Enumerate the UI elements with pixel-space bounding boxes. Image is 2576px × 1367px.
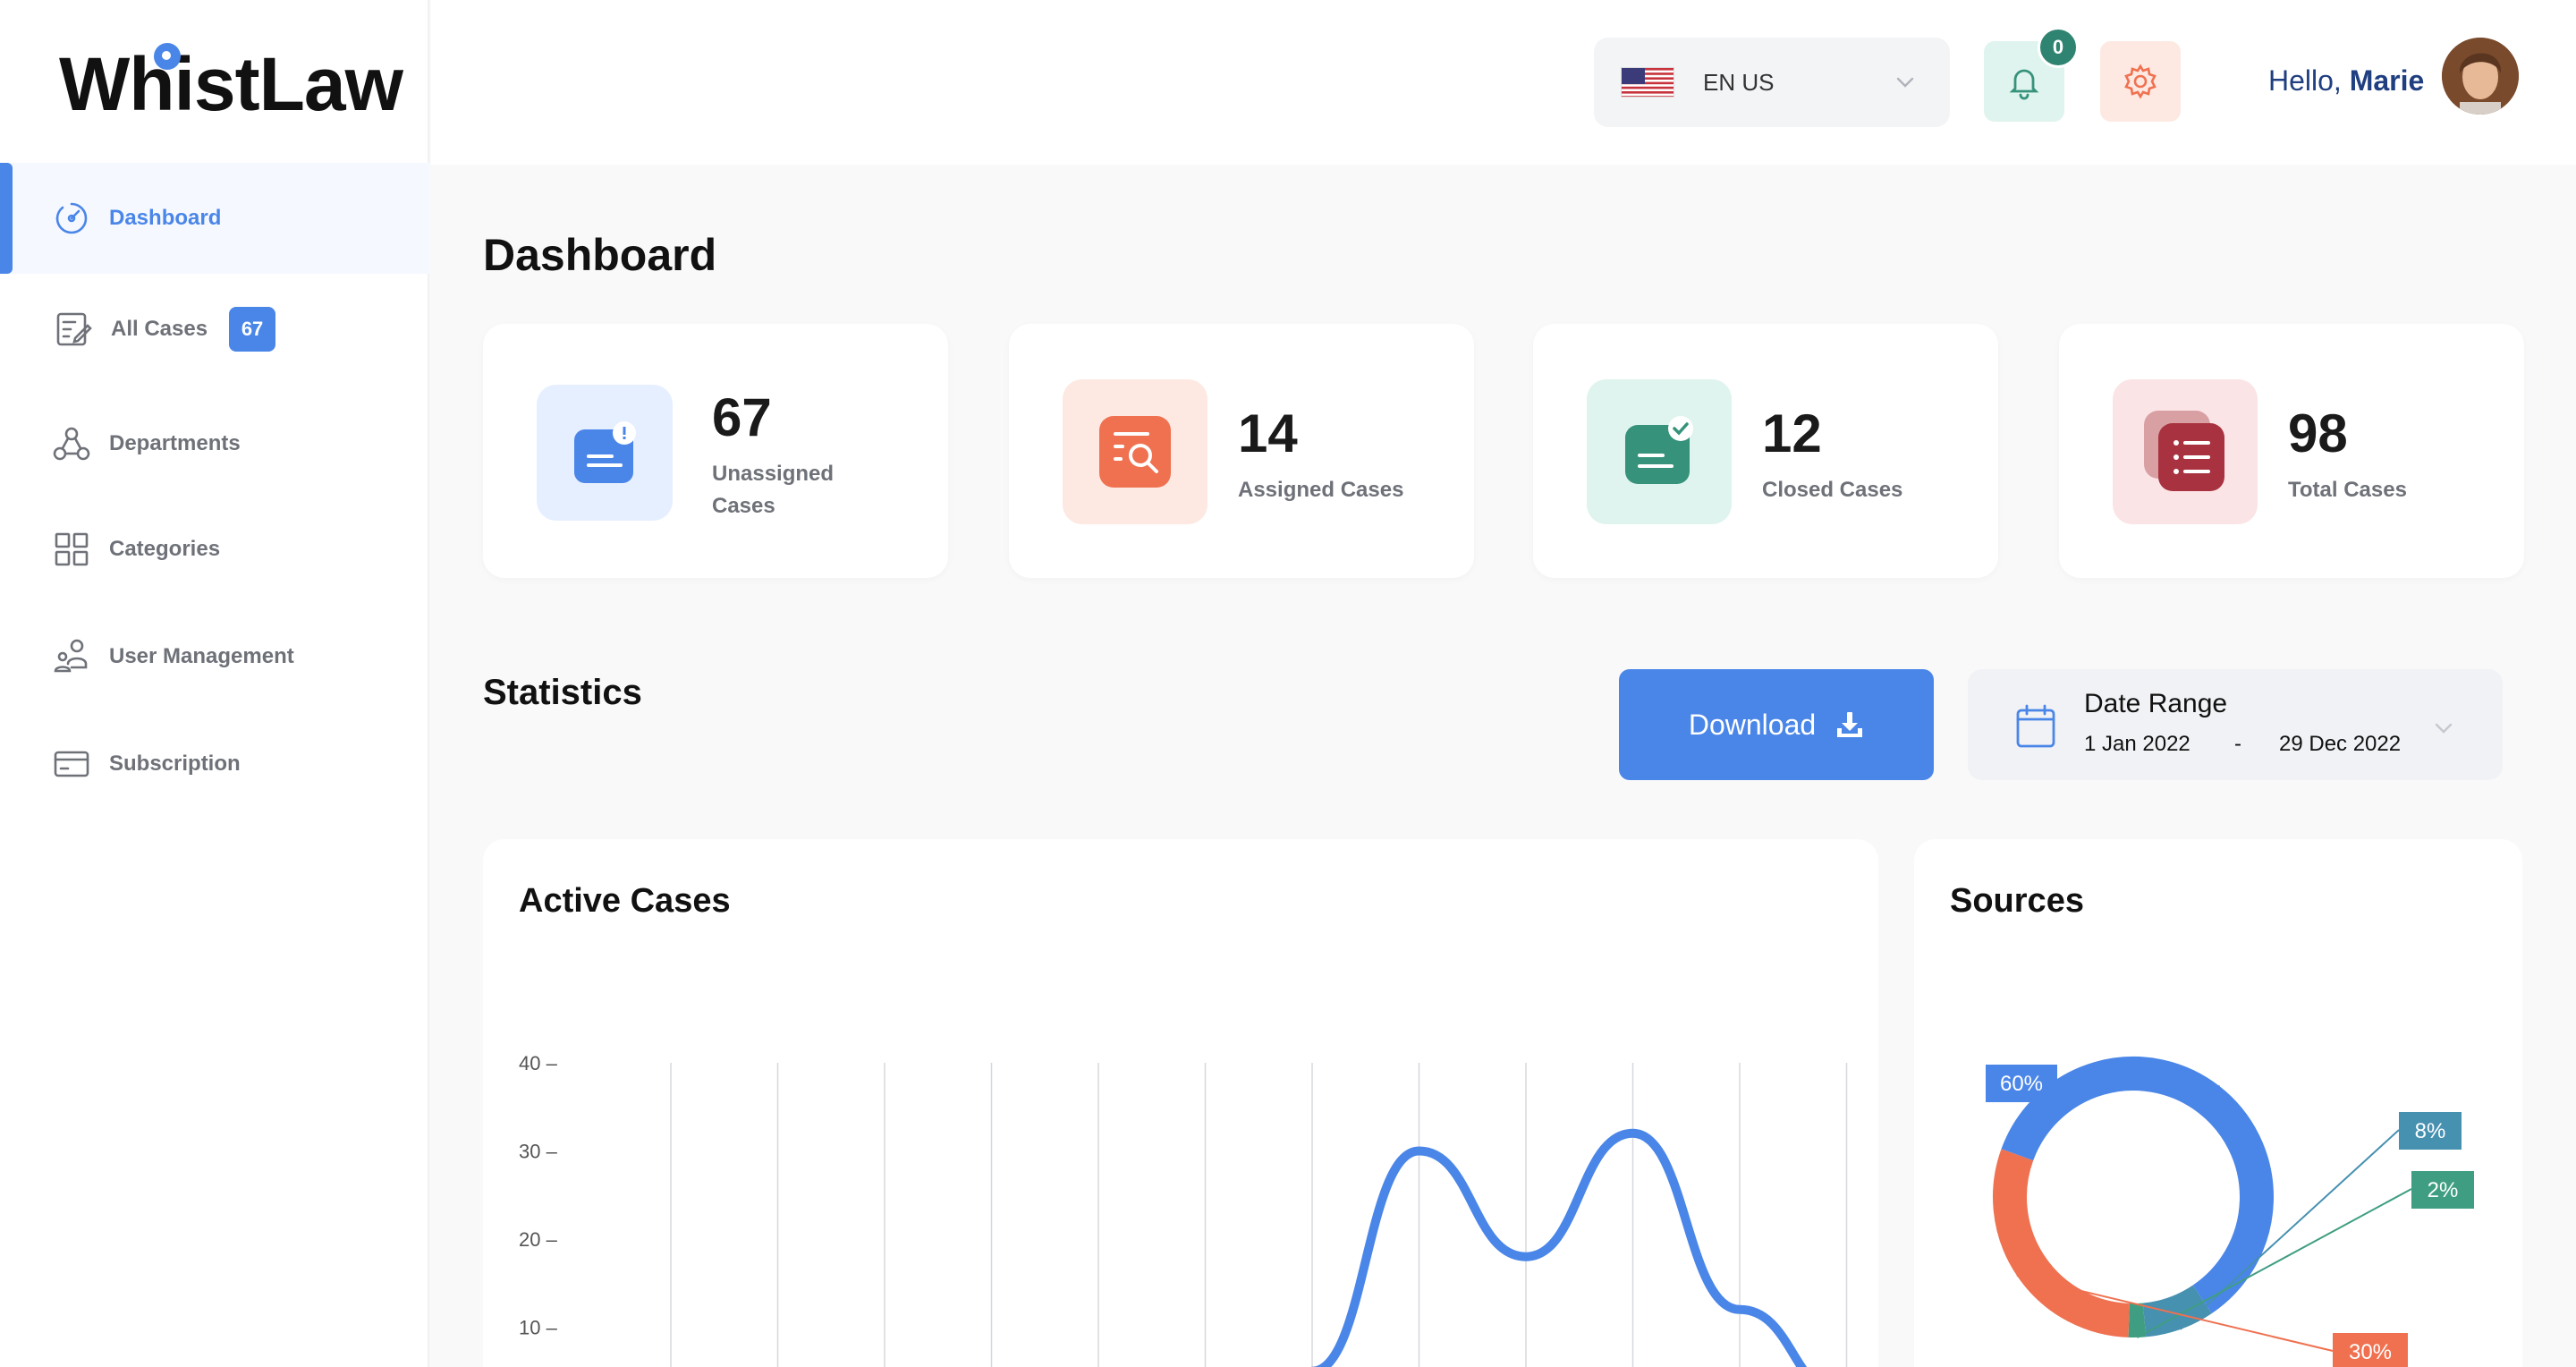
sidebar-item-subscription[interactable]: Subscription [0,709,429,819]
page-title: Dashboard [483,230,717,280]
stat-label-line2: Cases [712,494,775,518]
sources-panel: Sources 60% 8% 2% 30% [1914,839,2522,1367]
greeting: Hello, Marie [2268,64,2424,98]
date-range-from: 1 Jan 2022 [2084,732,2190,756]
categories-icon [55,532,89,566]
sidebar-item-categories[interactable]: Categories [0,494,429,605]
closed-cases-icon [1625,416,1693,484]
calendar-icon [2016,704,2055,748]
download-label: Download [1688,708,1817,741]
card-icon [54,751,89,777]
leader-line [2179,1129,2400,1330]
stat-card-assigned[interactable]: 14 Assigned Cases [1009,324,1474,578]
brand-name: WhistLaw [59,42,403,126]
date-range-separator: - [2234,732,2241,756]
data-label: 8% [2415,1119,2446,1143]
statistics-title: Statistics [483,673,642,712]
sidebar-item-dashboard[interactable]: Dashboard [0,163,429,274]
language-select[interactable]: EN US [1594,38,1950,127]
dashboard-icon [55,202,88,234]
stat-card-unassigned[interactable]: 67 Unassigned Cases [483,324,948,578]
sidebar-item-label: Subscription [109,751,241,776]
assigned-cases-icon [1099,416,1171,488]
avatar[interactable] [2442,38,2519,115]
stat-label-line1: Unassigned [712,462,835,486]
departments-icon [53,427,90,461]
greeting-text: Hello, [2268,64,2342,97]
donut-slice [1993,1149,2131,1337]
y-tick-label: 30 – [519,1141,558,1163]
sidebar-item-label: All Cases [111,317,208,341]
active-cases-panel: Active Cases 40 –30 –20 –10 – [483,839,1878,1367]
top-header: EN US [431,0,2576,165]
data-label: 2% [2428,1178,2459,1202]
cases-count-badge: 67 [229,307,276,352]
date-range-to: 29 Dec 2022 [2279,732,2402,756]
closed-icon-tile [1587,379,1732,524]
y-tick-label: 20 – [519,1228,558,1251]
stat-value: 67 [712,387,772,447]
y-tick-label: 40 – [519,1052,558,1074]
download-icon [1837,712,1863,737]
download-button[interactable]: Download [1619,669,1934,780]
donut-slice [2001,1057,2274,1314]
unassigned-cases-icon [574,421,636,483]
stat-label: Unassigned Cases [712,458,834,522]
unassigned-icon-tile [537,385,673,521]
date-range-title: Date Range [2084,689,2228,718]
total-cases-icon [2144,411,2224,491]
leader-line [2136,1188,2412,1338]
date-range-picker[interactable]: Date Range 1 Jan 2022 - 29 Dec 2022 [1968,669,2503,780]
language-label: EN US [1703,68,1775,96]
data-label: 60% [2000,1072,2043,1096]
series-line [1310,1128,1808,1367]
sidebar: WhistLaw Dashboard All Cases 67 Departme… [0,0,429,1367]
assigned-icon-tile [1063,379,1208,524]
sidebar-item-label: Departments [109,431,241,455]
user-name: Marie [2349,64,2425,97]
stat-value: 12 [1762,403,1822,463]
stat-label: Assigned Cases [1238,478,1404,502]
stat-label: Closed Cases [1762,478,1903,502]
y-tick-label: 10 – [519,1317,558,1339]
cases-icon [56,312,92,346]
logo-dot-icon [154,43,181,70]
sidebar-item-label: User Management [109,644,294,668]
notifications-badge: 0 [2038,27,2079,68]
stat-card-total[interactable]: 98 Total Cases [2059,324,2524,578]
total-icon-tile [2113,379,2258,524]
users-icon [54,639,88,673]
gear-icon [2124,64,2157,99]
sidebar-item-label: Dashboard [109,206,222,230]
bell-icon [2009,69,2039,100]
chevron-down-icon [2435,723,2453,734]
stat-value: 98 [2288,403,2348,463]
stat-card-closed[interactable]: 12 Closed Cases [1533,324,1998,578]
active-cases-chart: 40 – 30 – 20 – 10 – [519,1052,1848,1367]
data-label: 30% [2349,1340,2392,1364]
sources-chart: 60% 8% 2% 30% [1986,1057,2474,1367]
us-flag-icon [1621,67,1674,98]
brand-logo[interactable]: WhistLaw [59,43,403,122]
settings-button[interactable] [2100,41,2181,122]
chevron-down-icon [1896,77,1914,88]
stat-label: Total Cases [2288,478,2407,502]
sidebar-item-label: Categories [109,537,221,561]
sidebar-item-all-cases[interactable]: All Cases 67 [0,274,429,385]
sidebar-item-user-management[interactable]: User Management [0,601,429,712]
sidebar-item-departments[interactable]: Departments [0,388,429,499]
stat-value: 14 [1238,403,1298,463]
